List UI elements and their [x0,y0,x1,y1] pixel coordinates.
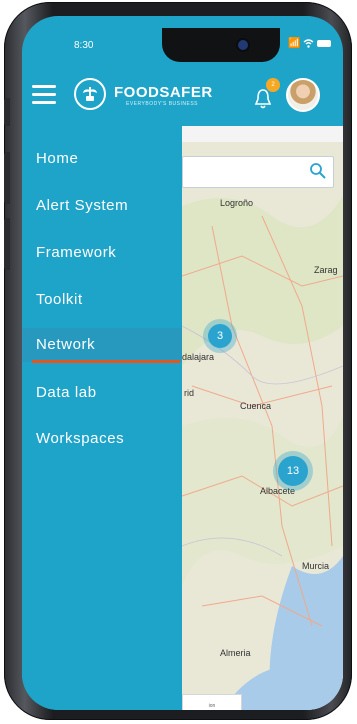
nav-item-label: Home [36,150,79,167]
wifi-icon [303,39,314,48]
volume-up-button [4,152,10,204]
user-avatar[interactable] [286,78,320,112]
nav-item-framework[interactable]: Framework [22,236,182,270]
status-icons: 📶 [288,38,332,49]
app-screen: 8:30 📶 FOODSAFER EVERYBODY'S BUSINESS 2 … [22,16,343,710]
map-terrain [182,126,343,710]
nav-item-label: Network [36,336,96,353]
map-bottom-field[interactable]: ion [182,694,242,710]
status-time: 8:30 [74,40,94,51]
menu-icon[interactable] [32,85,56,104]
nav-item-home[interactable]: Home [22,142,182,176]
city-label: Murcia [302,561,330,571]
mute-switch [4,98,10,126]
map-cluster-marker[interactable]: 13 [278,456,308,486]
city-label: Albacete [260,486,296,496]
city-label: Almeria [220,648,251,658]
nav-item-toolkit[interactable]: Toolkit [22,283,182,317]
nav-item-label: Data lab [36,384,97,401]
brand-name: FOODSAFER [114,84,213,101]
battery-icon [317,40,332,47]
foodsafer-logo-icon [74,78,106,110]
city-label: dalajara [182,352,215,362]
map-cluster-marker[interactable]: 3 [208,324,232,348]
brand-tagline: EVERYBODY'S BUSINESS [126,101,198,107]
map-top-strip [182,126,343,142]
nav-item-workspaces[interactable]: Workspaces [22,422,182,456]
city-label: rid [184,388,195,398]
nav-item-label: Toolkit [36,291,83,308]
city-label: Zarag [314,265,338,275]
nav-item-data-lab[interactable]: Data lab [22,376,182,410]
nav-item-label: Alert System [36,197,129,214]
nav-item-label: Framework [36,244,117,261]
nav-item-network[interactable]: Network [22,328,182,363]
navigation-drawer: Home Alert System Framework Toolkit Netw… [22,126,182,710]
camera-icon [236,38,250,52]
city-label: Logroño [220,198,254,208]
app-header: FOODSAFER EVERYBODY'S BUSINESS 2 [22,64,343,126]
active-indicator [32,360,180,363]
nav-item-label: Workspaces [36,430,125,447]
map-view[interactable]: Logroño Zarag dalajara rid Cuenca Albace… [182,126,343,710]
volume-down-button [4,218,10,270]
nav-item-alert-system[interactable]: Alert System [22,189,182,223]
phone-frame: 8:30 📶 FOODSAFER EVERYBODY'S BUSINESS 2 … [4,2,352,720]
map-search-input[interactable] [182,156,334,188]
notch [162,28,280,62]
search-icon[interactable] [309,162,327,180]
city-label: Cuenca [240,401,272,411]
signal-icon: 📶 [288,38,301,49]
notification-badge: 2 [266,78,280,92]
